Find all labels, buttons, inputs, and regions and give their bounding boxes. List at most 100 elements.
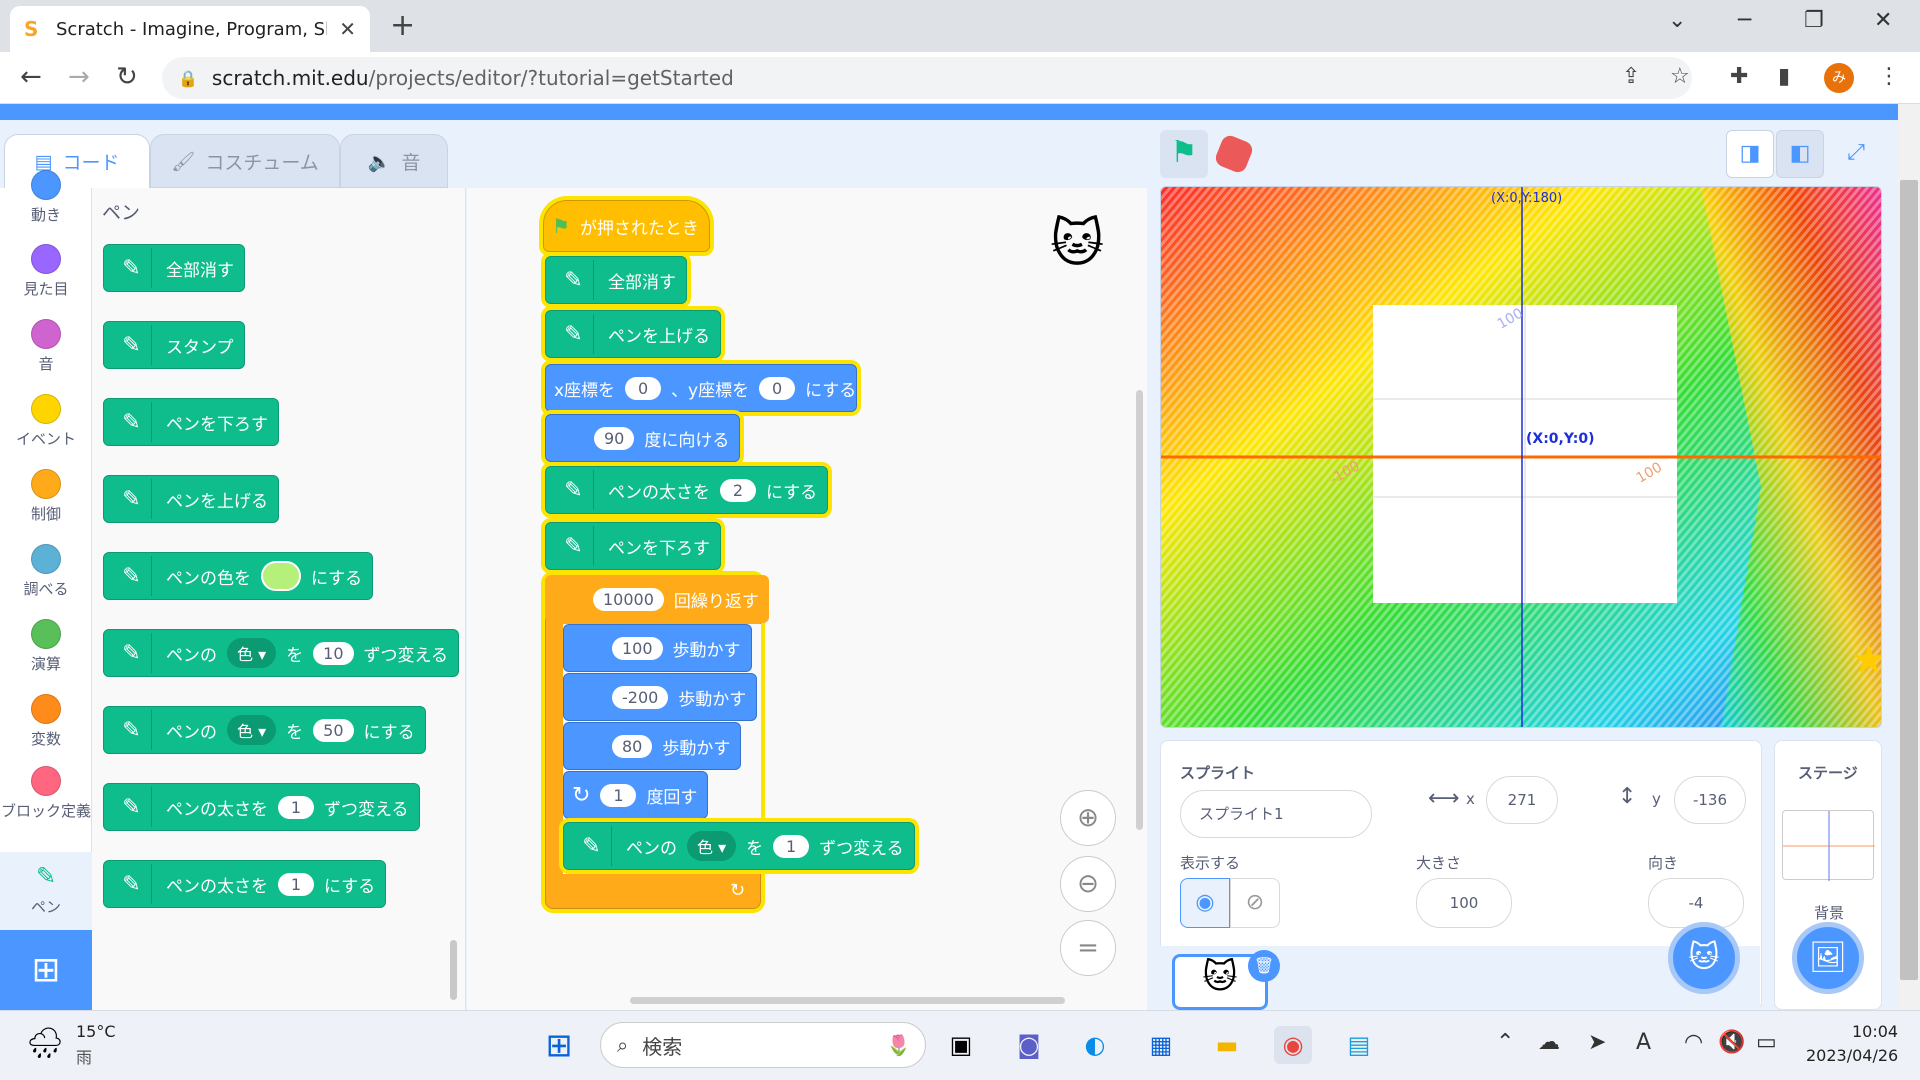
chrome-icon[interactable]: ◉ bbox=[1274, 1026, 1312, 1064]
delete-sprite-icon[interactable]: 🗑 bbox=[1248, 950, 1280, 982]
x-input[interactable]: 0 bbox=[625, 376, 662, 400]
address-bar[interactable]: 🔒 scratch.mit.edu/projects/editor/?tutor… bbox=[162, 57, 1692, 99]
repeat-header[interactable]: 10000 回繰り返す bbox=[545, 575, 769, 623]
workspace-scrollbar-h[interactable] bbox=[630, 997, 1065, 1004]
sprite-name-input[interactable]: スプライト1 bbox=[1180, 790, 1372, 838]
param-dropdown[interactable]: 色 ▾ bbox=[227, 638, 277, 668]
task-view-icon[interactable]: ▣ bbox=[942, 1026, 980, 1064]
script-move-80[interactable]: 80 歩動かす bbox=[563, 722, 742, 770]
steps-input[interactable]: 100 bbox=[612, 636, 663, 660]
tab-search-chevron-icon[interactable]: ⌄ bbox=[1668, 8, 1686, 33]
share-icon[interactable]: ⇪ bbox=[1622, 64, 1640, 89]
x-input[interactable]: 271 bbox=[1486, 776, 1558, 824]
category-6[interactable]: 演算 bbox=[0, 619, 92, 674]
location-icon[interactable]: ➤ bbox=[1588, 1030, 1606, 1055]
category-2[interactable]: 音 bbox=[0, 319, 92, 374]
category-3[interactable]: イベント bbox=[0, 394, 92, 449]
tab-sounds[interactable]: 🔈 音 bbox=[340, 134, 448, 188]
store-icon[interactable]: ▦ bbox=[1142, 1026, 1180, 1064]
steps-input[interactable]: -200 bbox=[612, 685, 669, 709]
y-input[interactable]: 0 bbox=[759, 376, 796, 400]
value-input[interactable]: 1 bbox=[278, 795, 314, 819]
reload-icon[interactable]: ↻ bbox=[116, 62, 138, 92]
show-eye-icon[interactable]: ◉ bbox=[1180, 878, 1230, 928]
zoom-in-icon[interactable]: ⊕ bbox=[1060, 790, 1116, 846]
window-close-icon[interactable]: ✕ bbox=[1874, 8, 1892, 33]
restore-icon[interactable]: ❐ bbox=[1804, 8, 1824, 33]
hide-eye-icon[interactable]: ⊘ bbox=[1230, 878, 1280, 928]
script-turn[interactable]: ↻ 1 度回す bbox=[563, 771, 709, 819]
palette-scrollbar[interactable] bbox=[450, 940, 457, 1000]
normal-stage-icon[interactable]: ◧ bbox=[1776, 130, 1824, 178]
block-set-pen-color[interactable]: ✎ ペンの色を にする bbox=[103, 552, 374, 600]
notepad-icon[interactable]: ▤ bbox=[1340, 1026, 1378, 1064]
add-extension-icon[interactable]: ⊞ bbox=[0, 930, 92, 1010]
size-input[interactable]: 2 bbox=[720, 478, 756, 502]
side-panel-icon[interactable]: ▮ bbox=[1778, 64, 1790, 89]
category-8[interactable]: ブロック定義 bbox=[0, 766, 92, 821]
battery-icon[interactable]: ▭ bbox=[1756, 1030, 1777, 1055]
value-input[interactable]: 10 bbox=[313, 641, 354, 665]
value-input[interactable]: 1 bbox=[773, 834, 810, 858]
degrees-input[interactable]: 1 bbox=[600, 783, 637, 807]
block-stamp[interactable]: ✎ スタンプ bbox=[103, 321, 245, 369]
category-1[interactable]: 見た目 bbox=[0, 244, 92, 299]
small-stage-icon[interactable]: ◨ bbox=[1726, 130, 1774, 178]
script-change-pen-color[interactable]: ✎ ペンの 色 ▾ を 1 ずつ変える bbox=[563, 822, 915, 870]
page-scrollbar-thumb[interactable] bbox=[1900, 180, 1918, 980]
script-pen-down[interactable]: ✎ ペンを下ろす bbox=[545, 522, 721, 570]
category-4[interactable]: 制御 bbox=[0, 469, 92, 524]
sprite-on-stage[interactable]: ★ bbox=[1851, 637, 1881, 683]
tab-close-icon[interactable]: ✕ bbox=[339, 17, 356, 41]
add-sprite-icon[interactable]: 🐱 bbox=[1668, 922, 1740, 994]
block-clear[interactable]: ✎ 全部消す bbox=[103, 244, 245, 292]
ime-icon[interactable]: A bbox=[1636, 1030, 1651, 1055]
block-pen-up[interactable]: ✎ ペンを上げる bbox=[103, 475, 279, 523]
block-change-pen-size[interactable]: ✎ ペンの太さを 1 ずつ変える bbox=[103, 783, 420, 831]
param-dropdown[interactable]: 色 ▾ bbox=[227, 715, 277, 745]
file-explorer-icon[interactable]: ▬ bbox=[1208, 1026, 1246, 1064]
teams-icon[interactable]: ◙ bbox=[1010, 1026, 1048, 1064]
script-goto-xy[interactable]: x座標を 0 、y座標を 0 にする bbox=[545, 364, 857, 412]
browser-menu-icon[interactable]: ⋮ bbox=[1878, 64, 1900, 89]
minimize-icon[interactable]: ─ bbox=[1738, 8, 1751, 33]
direction-input[interactable]: 90 bbox=[594, 426, 635, 450]
value-input[interactable]: 50 bbox=[313, 718, 354, 742]
category-9[interactable]: ✎ ペン bbox=[0, 862, 92, 917]
zoom-out-icon[interactable]: ⊖ bbox=[1060, 856, 1116, 912]
size-input[interactable]: 100 bbox=[1416, 878, 1512, 928]
script-point-direction[interactable]: 90 度に向ける bbox=[545, 414, 741, 462]
script-set-pen-size[interactable]: ✎ ペンの太さを 2 にする bbox=[545, 466, 829, 514]
browser-tab[interactable]: S Scratch - Imagine, Program, Share ✕ bbox=[10, 6, 370, 52]
block-pen-down[interactable]: ✎ ペンを下ろす bbox=[103, 398, 279, 446]
category-5[interactable]: 調べる bbox=[0, 544, 92, 599]
bookmark-star-icon[interactable]: ☆ bbox=[1670, 64, 1690, 89]
script-move-100[interactable]: 100 歩動かす bbox=[563, 624, 752, 672]
profile-avatar[interactable]: み bbox=[1824, 63, 1854, 93]
workspace-scrollbar-v[interactable] bbox=[1136, 390, 1143, 830]
steps-input[interactable]: 80 bbox=[612, 734, 653, 758]
weather-rain-icon[interactable]: 🌧 bbox=[26, 1026, 64, 1061]
edge-icon[interactable]: ◐ bbox=[1076, 1026, 1114, 1064]
taskbar-search[interactable]: ⌕ 検索 🌷 bbox=[600, 1022, 926, 1068]
onedrive-icon[interactable]: ☁ bbox=[1538, 1030, 1560, 1055]
repeat-count-input[interactable]: 10000 bbox=[593, 587, 664, 611]
block-set-pen-param[interactable]: ✎ ペンの 色 ▾ を 50 にする bbox=[103, 706, 426, 754]
y-input[interactable]: -136 bbox=[1674, 776, 1746, 824]
script-move-minus200[interactable]: -200 歩動かす bbox=[563, 673, 758, 721]
block-set-pen-size[interactable]: ✎ ペンの太さを 1 にする bbox=[103, 860, 387, 908]
direction-input[interactable]: -4 bbox=[1648, 878, 1744, 928]
tab-code[interactable]: ▤ コード bbox=[4, 134, 150, 188]
category-7[interactable]: 変数 bbox=[0, 694, 92, 749]
tray-overflow-icon[interactable]: ⌃ bbox=[1496, 1030, 1514, 1055]
script-clear[interactable]: ✎ 全部消す bbox=[545, 256, 687, 304]
green-flag-button[interactable]: ⚑ bbox=[1160, 130, 1208, 178]
tab-costumes[interactable]: 🖌 コスチューム bbox=[150, 134, 340, 188]
zoom-reset-icon[interactable]: = bbox=[1060, 920, 1116, 976]
value-input[interactable]: 1 bbox=[278, 872, 314, 896]
fullscreen-icon[interactable]: ⤢ bbox=[1832, 130, 1880, 178]
script-pen-up[interactable]: ✎ ペンを上げる bbox=[545, 310, 721, 358]
when-flag-clicked-block[interactable]: ⚑ が押されたとき bbox=[543, 200, 710, 252]
category-0[interactable]: 動き bbox=[0, 170, 92, 225]
extensions-icon[interactable]: ✚ bbox=[1730, 64, 1748, 89]
